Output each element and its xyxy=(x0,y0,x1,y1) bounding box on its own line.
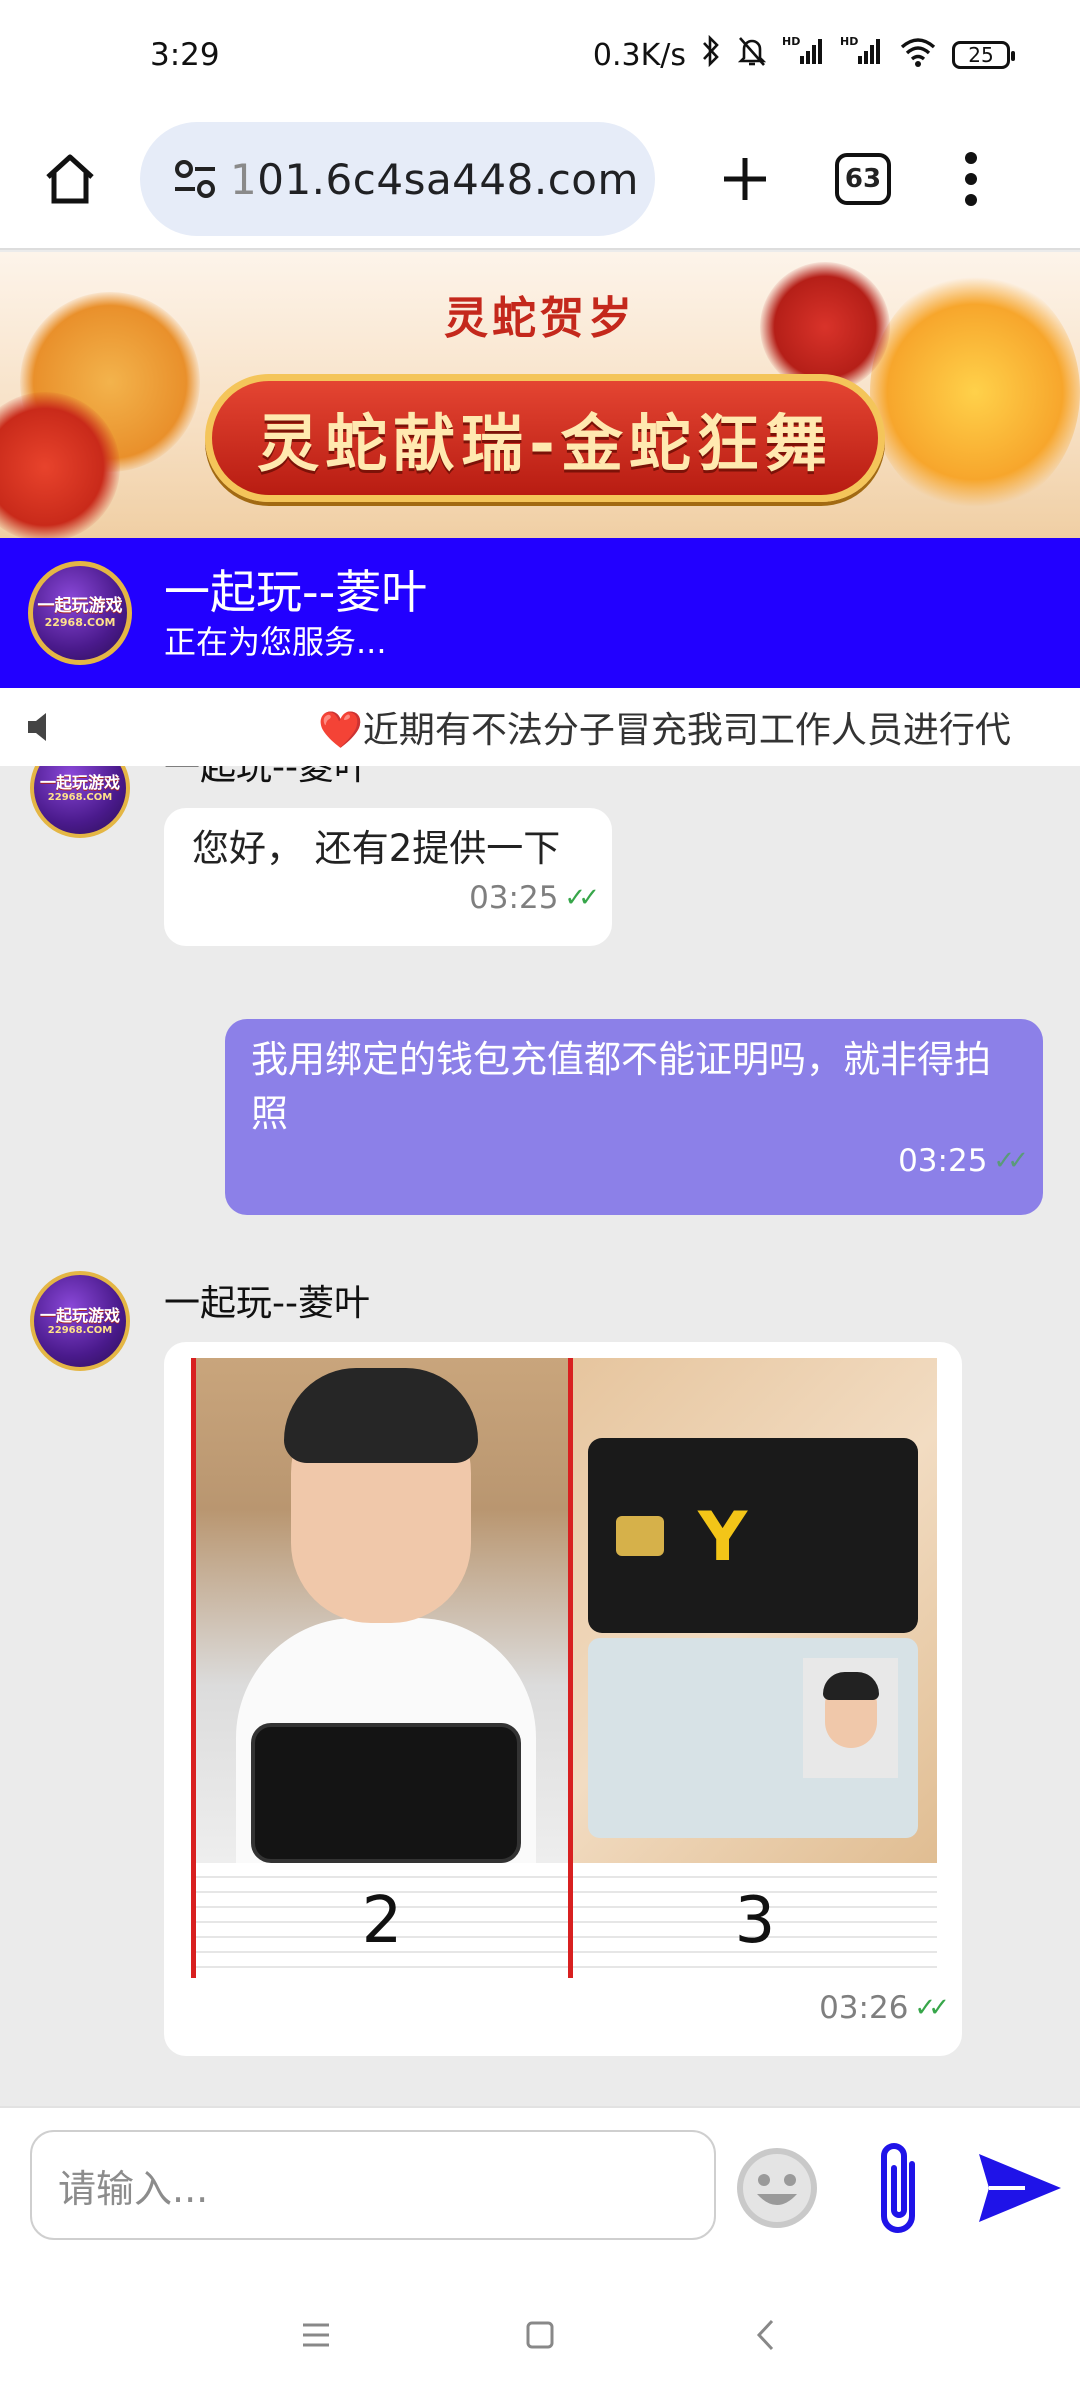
composer: 请输入... xyxy=(0,2106,1080,2270)
site-settings-icon[interactable] xyxy=(160,157,230,201)
selfie-photo xyxy=(196,1358,568,1863)
bluetooth-icon xyxy=(700,34,722,76)
message-input[interactable]: 请输入... xyxy=(30,2130,716,2240)
photo-panel-left: 2 xyxy=(191,1358,573,1978)
speaker-icon xyxy=(0,688,80,766)
home-button[interactable] xyxy=(0,109,140,249)
paperclip-icon xyxy=(881,2143,915,2233)
photo-label: 2 xyxy=(361,1884,403,1958)
agent-status: 正在为您服务... xyxy=(164,623,387,661)
nav-back-button[interactable] xyxy=(736,2310,796,2360)
message-time: 03:25 ✓✓ xyxy=(898,1143,1029,1179)
message-time: 03:25 ✓✓ xyxy=(469,880,600,916)
chat-header: 一起玩游戏 22968.COM 一起玩--菱叶 正在为您服务... xyxy=(0,538,1080,688)
nav-home-button[interactable] xyxy=(510,2310,570,2360)
incoming-image-message[interactable]: 2 Y 3 03:26 ✓✓ xyxy=(164,1342,962,2056)
outgoing-message[interactable]: 我用绑定的钱包充值都不能证明吗，就非得拍照 03:25 ✓✓ xyxy=(225,1019,1043,1215)
logo-text: 一起玩游戏 xyxy=(37,596,123,616)
send-icon xyxy=(979,2154,1061,2222)
signal-hd-icon-2: HD xyxy=(840,34,884,76)
photo-label: 3 xyxy=(734,1884,776,1958)
bank-card: Y xyxy=(588,1438,918,1633)
read-check-icon: ✓✓ xyxy=(914,1993,949,2023)
chat-page: 3:29 0.3K/s HD HD 25 101.6c4sa448.com 63… xyxy=(0,0,1080,2400)
send-button[interactable] xyxy=(975,2150,1065,2226)
signal-hd-icon: HD xyxy=(782,34,826,76)
mute-bell-icon xyxy=(736,34,768,76)
id-card xyxy=(588,1638,918,1838)
battery-indicator: 25 xyxy=(952,41,1015,69)
status-time: 3:29 xyxy=(150,37,220,73)
svg-text:HD: HD xyxy=(840,35,858,48)
emoji-icon xyxy=(737,2148,817,2228)
agent-logo: 一起玩游戏 22968.COM xyxy=(28,561,132,665)
logo-domain: 22968.COM xyxy=(44,616,116,629)
wifi-icon xyxy=(898,34,938,76)
incoming-message[interactable]: 您好， 还有2提供一下 03:25 ✓✓ xyxy=(164,808,612,946)
agent-avatar: 一起玩游戏 22968.COM xyxy=(30,1271,130,1371)
card-photo: Y xyxy=(573,1358,937,1863)
sender-name: 一起玩--菱叶 xyxy=(164,766,370,788)
svg-text:HD: HD xyxy=(782,35,800,48)
photo-panel-right: Y 3 xyxy=(573,1358,937,1978)
menu-lines-icon xyxy=(303,2323,329,2347)
nav-recents-button[interactable] xyxy=(286,2310,346,2360)
url-text: 101.6c4sa448.com xyxy=(230,155,639,204)
sender-name: 一起玩--菱叶 xyxy=(164,1283,370,1324)
new-tab-button[interactable] xyxy=(695,154,795,204)
read-check-icon: ✓✓ xyxy=(993,1146,1028,1176)
status-bar: 3:29 0.3K/s HD HD 25 xyxy=(0,0,1080,110)
status-icons: 0.3K/s HD HD 25 xyxy=(592,34,1015,76)
message-time: 03:26 ✓✓ xyxy=(819,1990,950,2026)
read-check-icon: ✓✓ xyxy=(564,883,599,913)
square-icon xyxy=(526,2321,554,2349)
system-nav-bar xyxy=(0,2270,1080,2400)
banner-subtitle: 灵蛇贺岁 xyxy=(444,293,636,344)
home-icon xyxy=(46,154,94,204)
emoji-button[interactable] xyxy=(733,2144,821,2232)
back-chevron-icon xyxy=(756,2319,774,2351)
message-text: 您好， 还有2提供一下 xyxy=(192,827,561,870)
attach-button[interactable] xyxy=(870,2134,930,2244)
url-prefix: 1 xyxy=(230,154,258,204)
attached-photo[interactable]: 2 Y 3 xyxy=(191,1358,937,1978)
promo-banner[interactable]: 灵蛇贺岁 灵蛇献瑞-金蛇狂舞 xyxy=(0,252,1080,538)
tab-switcher-button[interactable]: 63 xyxy=(835,153,891,205)
net-speed: 0.3K/s xyxy=(592,37,686,73)
message-text: 我用绑定的钱包充值都不能证明吗，就非得拍照 xyxy=(251,1038,991,1135)
notice-marquee[interactable]: ❤️近期有不法分子冒充我司工作人员进行代 xyxy=(0,688,1080,766)
plus-icon xyxy=(724,158,766,200)
overflow-menu-button[interactable] xyxy=(961,152,981,206)
banner-title: 灵蛇献瑞-金蛇狂舞 xyxy=(257,407,833,480)
agent-name: 一起玩--菱叶 xyxy=(164,565,428,619)
browser-toolbar: 101.6c4sa448.com 63 xyxy=(0,110,1080,250)
agent-avatar: 一起玩游戏 22968.COM xyxy=(30,766,130,838)
address-bar[interactable]: 101.6c4sa448.com xyxy=(140,122,655,236)
agent-info: 一起玩--菱叶 正在为您服务... xyxy=(164,563,427,663)
banner-title-plaque: 灵蛇献瑞-金蛇狂舞 xyxy=(205,374,885,502)
message-list[interactable]: 一起玩游戏 22968.COM 一起玩--菱叶 您好， 还有2提供一下 03:2… xyxy=(0,766,1080,2106)
notice-text: ❤️近期有不法分子冒充我司工作人员进行代 xyxy=(318,710,1011,751)
url-domain: 01.6c4sa448.com xyxy=(257,154,639,204)
